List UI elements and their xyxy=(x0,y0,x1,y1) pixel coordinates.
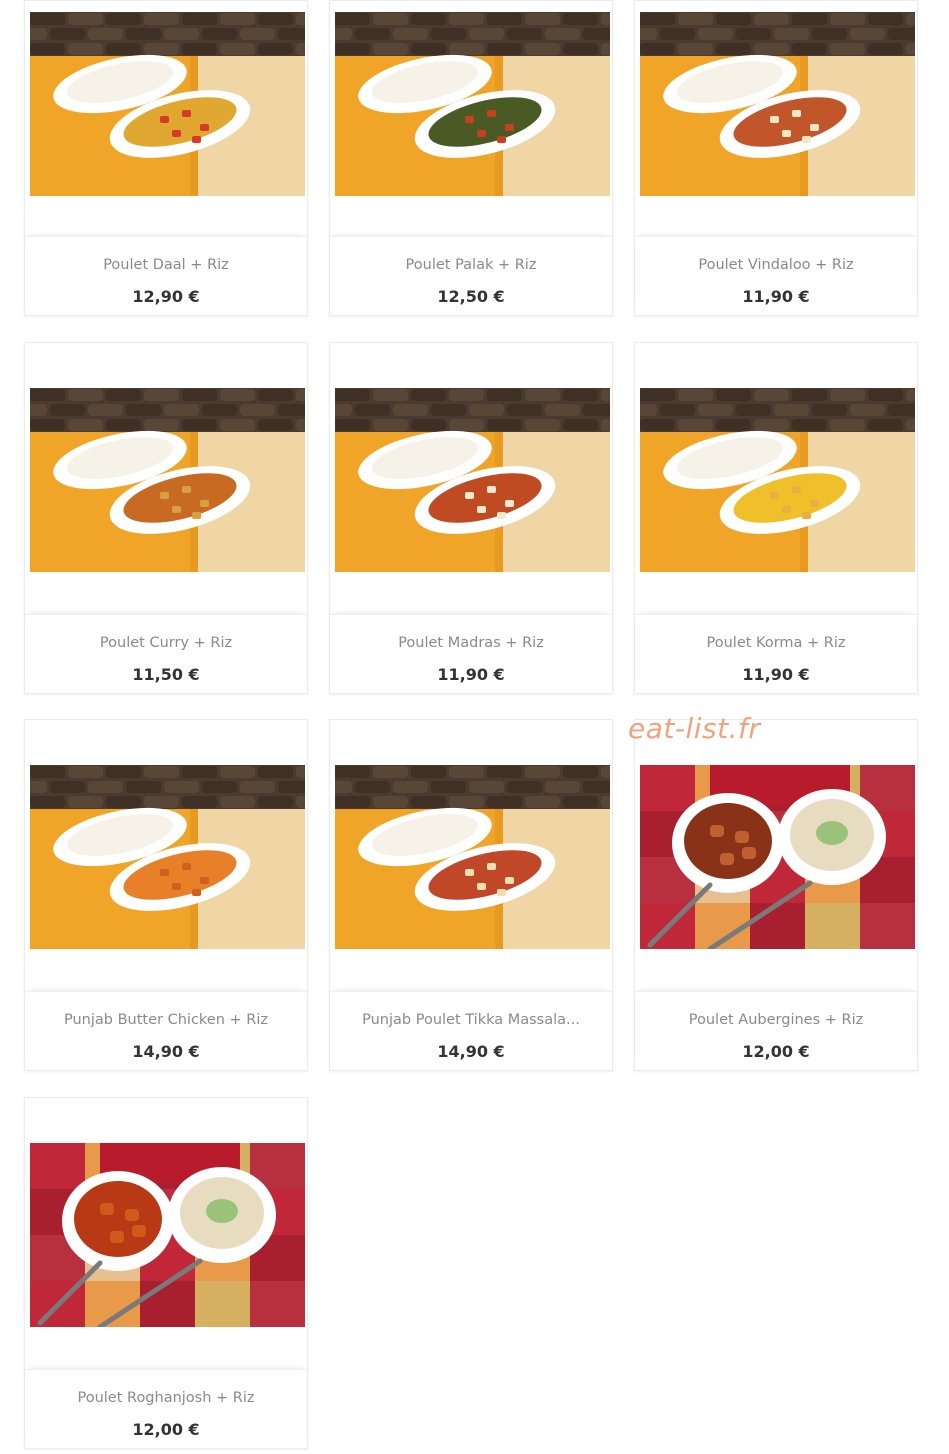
product-name[interactable]: Punjab Poulet Tikka Massala... xyxy=(330,1012,612,1028)
product-card[interactable]: Poulet Palak + Riz 12,50 € xyxy=(329,0,613,316)
product-info: Poulet Korma + Riz 11,90 € xyxy=(635,614,917,693)
product-card[interactable]: Punjab Poulet Tikka Massala... 14,90 € xyxy=(329,719,613,1071)
product-info: Poulet Vindaloo + Riz 11,90 € xyxy=(635,236,917,315)
product-photo[interactable] xyxy=(30,12,305,196)
product-info: Punjab Butter Chicken + Riz 14,90 € xyxy=(25,991,307,1070)
product-info: Punjab Poulet Tikka Massala... 14,90 € xyxy=(330,991,612,1070)
product-photo[interactable] xyxy=(335,12,610,196)
product-photo[interactable] xyxy=(640,388,915,572)
product-name[interactable]: Poulet Korma + Riz xyxy=(635,635,917,651)
product-photo[interactable] xyxy=(30,1143,305,1327)
product-card[interactable]: Poulet Vindaloo + Riz 11,90 € xyxy=(634,0,918,316)
product-name[interactable]: Poulet Daal + Riz xyxy=(25,257,307,273)
product-name[interactable]: Poulet Roghanjosh + Riz xyxy=(25,1390,307,1406)
product-name[interactable]: Poulet Palak + Riz xyxy=(330,257,612,273)
product-price: 11,90 € xyxy=(742,287,810,306)
product-price: 12,00 € xyxy=(742,1042,810,1061)
product-name[interactable]: Poulet Madras + Riz xyxy=(330,635,612,651)
product-info: Poulet Daal + Riz 12,90 € xyxy=(25,236,307,315)
product-price: 11,90 € xyxy=(742,665,810,684)
product-info: Poulet Aubergines + Riz 12,00 € xyxy=(635,991,917,1070)
product-photo[interactable] xyxy=(640,765,915,949)
product-price: 14,90 € xyxy=(132,1042,200,1061)
product-price: 11,50 € xyxy=(132,665,200,684)
product-info: Poulet Madras + Riz 11,90 € xyxy=(330,614,612,693)
product-name[interactable]: Punjab Butter Chicken + Riz xyxy=(25,1012,307,1028)
product-price: 14,90 € xyxy=(437,1042,505,1061)
product-card[interactable]: Poulet Daal + Riz 12,90 € xyxy=(24,0,308,316)
product-info: Poulet Palak + Riz 12,50 € xyxy=(330,236,612,315)
product-card[interactable]: Poulet Korma + Riz 11,90 € xyxy=(634,342,918,694)
product-card[interactable]: Poulet Roghanjosh + Riz 12,00 € xyxy=(24,1097,308,1449)
product-card[interactable]: Poulet Curry + Riz 11,50 € xyxy=(24,342,308,694)
product-name[interactable]: Poulet Aubergines + Riz xyxy=(635,1012,917,1028)
product-info: Poulet Roghanjosh + Riz 12,00 € xyxy=(25,1369,307,1448)
product-name[interactable]: Poulet Vindaloo + Riz xyxy=(635,257,917,273)
watermark-text: eat-list.fr xyxy=(628,712,761,745)
product-price: 12,00 € xyxy=(132,1420,200,1439)
product-photo[interactable] xyxy=(30,765,305,949)
product-photo[interactable] xyxy=(335,388,610,572)
product-card[interactable]: Poulet Aubergines + Riz 12,00 € xyxy=(634,719,918,1071)
product-photo[interactable] xyxy=(30,388,305,572)
product-price: 11,90 € xyxy=(437,665,505,684)
product-photo[interactable] xyxy=(640,12,915,196)
product-price: 12,50 € xyxy=(437,287,505,306)
product-card[interactable]: Punjab Butter Chicken + Riz 14,90 € xyxy=(24,719,308,1071)
product-photo[interactable] xyxy=(335,765,610,949)
product-info: Poulet Curry + Riz 11,50 € xyxy=(25,614,307,693)
product-name[interactable]: Poulet Curry + Riz xyxy=(25,635,307,651)
product-price: 12,90 € xyxy=(132,287,200,306)
product-card[interactable]: Poulet Madras + Riz 11,90 € xyxy=(329,342,613,694)
